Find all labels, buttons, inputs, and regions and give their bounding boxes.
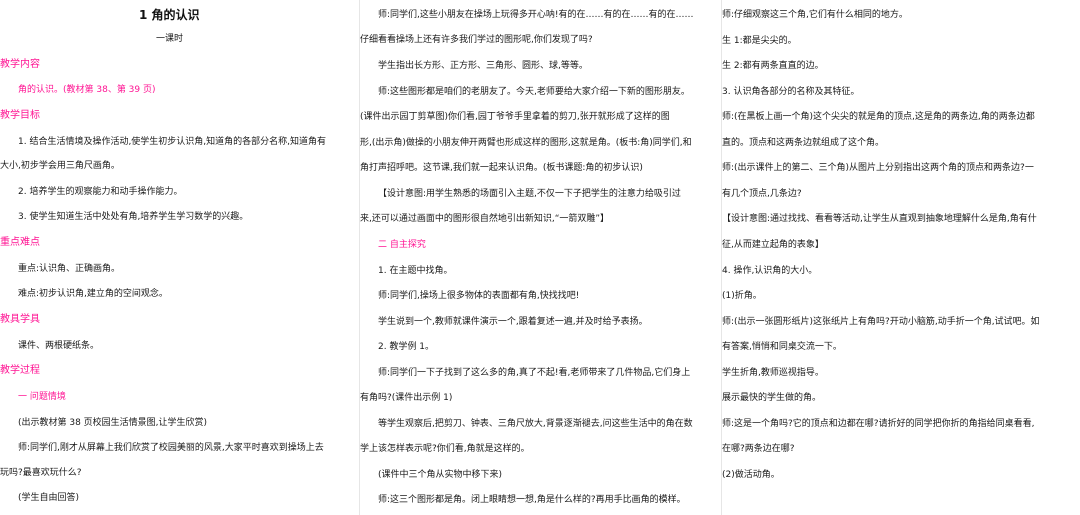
- paragraph: 学生指出长方形、正方形、三角形、圆形、球,等等。: [378, 61, 588, 71]
- goal-2: 2. 培养学生的观察能力和动手操作能力。: [18, 187, 183, 197]
- lesson-subtitle: 一课时: [156, 34, 184, 44]
- paragraph: (课件出示园丁剪草图)你们看,园丁爷爷手里拿着的剪刀,张开就形成了这样的图: [360, 112, 670, 122]
- paragraph: 师:同学们,这些小朋友在操场上玩得多开心呐!有的在……有的在……有的在……: [378, 10, 694, 20]
- design-intent: 来,还可以通过画面中的图形很自然地引出新知识,“一箭双雕”】: [360, 214, 610, 224]
- content-text: 角的认识。(教材第 38、第 39 页): [18, 85, 156, 95]
- goal-1-line-2: 大小,初步学会用三角尺画角。: [0, 161, 120, 171]
- paragraph: 师:这是一个角吗?它的顶点和边都在哪?请折好的同学把你折的角指给同桌看看,: [722, 419, 1035, 429]
- goal-3: 3. 使学生知道生活中处处有角,培养学生学习数学的兴趣。: [18, 212, 249, 222]
- paragraph: 3. 认识角各部分的名称及其特征。: [722, 87, 860, 97]
- paragraph: 师:(出示课件上的第二、三个角)从图片上分别指出这两个角的顶点和两条边?一: [722, 163, 1034, 173]
- lesson-title: 1 角的认识: [139, 8, 200, 22]
- paragraph: (1)折角。: [722, 291, 762, 301]
- paragraph: (出示教材第 38 页校园生活情景图,让学生欣赏): [18, 418, 208, 428]
- paragraph: 等学生观察后,把剪刀、钟表、三角尺放大,背景逐渐褪去,问这些生活中的角在数: [378, 419, 693, 429]
- document-page: 1 角的认识 一课时 教学内容 角的认识。(教材第 38、第 39 页) 教学目…: [0, 0, 1080, 515]
- paragraph: 师:这三个图形都是角。闭上眼睛想一想,角是什么样的?再用手比画角的模样。: [378, 495, 686, 505]
- paragraph: 仔细看看操场上还有许多我们学过的图形呢,你们发现了吗?: [360, 35, 593, 45]
- paragraph: 师:(出示一张圆形纸片)这张纸片上有角吗?开动小脑筋,动手折一个角,试试吧。如: [722, 317, 1040, 327]
- heading-process: 教学过程: [0, 365, 40, 376]
- column-middle: 师:同学们,这些小朋友在操场上玩得多开心呐!有的在……有的在……有的在…… 仔细…: [360, 0, 720, 515]
- design-intent: 【设计意图:通过找找、看看等活动,让学生从直观到抽象地理解什么是角,角有什: [722, 214, 1037, 224]
- goal-1-line-1: 1. 结合生活情境及操作活动,使学生初步认识角,知道角的各部分名称,知道角有: [18, 137, 327, 147]
- paragraph: (2)做活动角。: [722, 470, 780, 480]
- paragraph: 生 1:都是尖尖的。: [722, 36, 797, 46]
- paragraph: 4. 操作,认识角的大小。: [722, 266, 818, 276]
- paragraph: 师:同学们,刚才从屏幕上我们欣赏了校园美丽的风景,大家平时喜欢到操场上去: [18, 443, 324, 453]
- section-2-heading: 二 自主探究: [378, 240, 426, 250]
- heading-tools: 教具学具: [0, 314, 40, 325]
- paragraph: 顶点在哪?两条边在哪?: [722, 444, 795, 454]
- paragraph: 师:这些图形都是咱们的老朋友了。今天,老师要给大家介绍一下新的图形朋友。: [378, 87, 690, 97]
- column-right: 师:仔细观察这三个角,它们有什么相同的地方。 生 1:都是尖尖的。 生 2:都有…: [722, 0, 1080, 515]
- tools-text: 课件、两根硬纸条。: [18, 341, 100, 351]
- paragraph: 师:(在黑板上画一个角)这个尖尖的就是角的顶点,这是角的两条边,角的两条边都: [722, 112, 1035, 122]
- paragraph: 学生说到一个,教师就课件演示一个,跟着复述一遍,并及时给予表扬。: [378, 317, 648, 327]
- paragraph: 玩吗?最喜欢玩什么?: [0, 468, 82, 478]
- key-point: 重点:认识角、正确画角。: [18, 264, 121, 274]
- paragraph: 学上该怎样表示呢?你们看,角就是这样的。: [360, 444, 530, 454]
- section-1-heading: 一 问题情境: [18, 392, 66, 402]
- paragraph: 个角有几个顶点,几条边?: [722, 189, 802, 199]
- paragraph: 形,(出示角)做操的小朋友伸开两臂也形成这样的图形,这就是角。(板书:角)同学们…: [360, 138, 692, 148]
- paragraph: (课件中三个角从实物中移下来): [378, 470, 503, 480]
- heading-key-points: 重点难点: [0, 237, 40, 248]
- paragraph: 果你有答案,悄悄和同桌交流一下。: [722, 342, 842, 352]
- paragraph: 师:同学们一下子找到了这么多的角,真了不起!看,老师带来了几件物品,它们身上: [378, 368, 691, 378]
- paragraph: 有角吗?(课件出示例 1): [360, 393, 453, 403]
- paragraph: 学生折角,教师巡视指导。: [722, 368, 824, 378]
- design-intent: 【设计意图:用学生熟悉的场面引入主题,不仅一下子把学生的注意力给吸引过: [378, 189, 681, 199]
- column-left: 1 角的认识 一课时 教学内容 角的认识。(教材第 38、第 39 页) 教学目…: [0, 0, 358, 515]
- design-intent: 么特征,从而建立起角的表象】: [722, 240, 824, 250]
- heading-content: 教学内容: [0, 59, 40, 70]
- paragraph: 师:仔细观察这三个角,它们有什么相同的地方。: [722, 10, 908, 20]
- difficulty-point: 难点:初步认识角,建立角的空间观念。: [18, 289, 168, 299]
- paragraph: (学生自由回答): [18, 493, 80, 503]
- paragraph: 是直直的。顶点和这两条边就组成了这个角。: [722, 138, 885, 148]
- heading-goals: 教学目标: [0, 110, 40, 121]
- paragraph: 2. 教学例 1。: [378, 342, 435, 352]
- paragraph: 角打声招呼吧。这节课,我们就一起来认识角。(板书课题:角的初步认识): [360, 163, 643, 173]
- paragraph: 展示最快的学生做的角。: [722, 393, 822, 403]
- paragraph: 1. 在主题中找角。: [378, 266, 453, 276]
- paragraph: 师:同学们,操场上很多物体的表面都有角,快找找吧!: [378, 291, 580, 301]
- paragraph: 生 2:都有两条直直的边。: [722, 61, 824, 71]
